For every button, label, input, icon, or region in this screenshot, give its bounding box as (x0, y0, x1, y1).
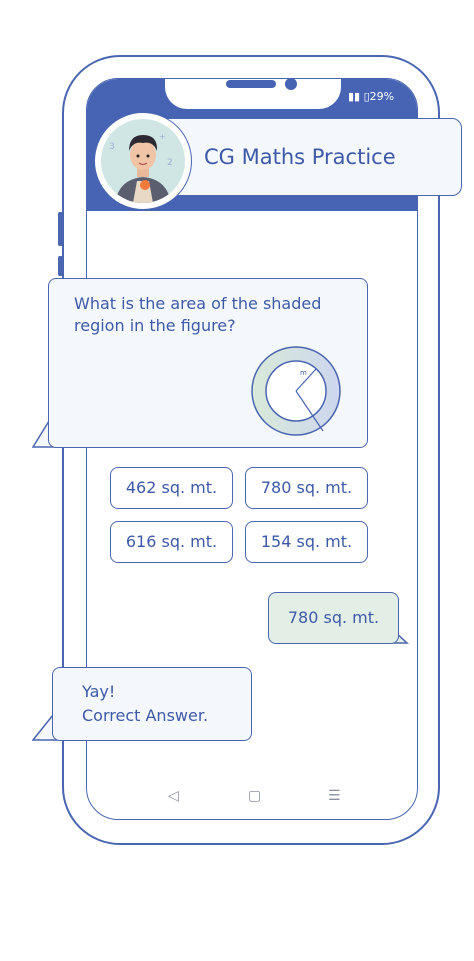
option-3[interactable]: 616 sq. mt. (110, 521, 233, 563)
question-bubble: What is the area of the shaded region in… (48, 278, 368, 448)
front-camera (285, 78, 297, 90)
home-nav-icon[interactable]: ▢ (248, 788, 261, 804)
feedback-line-1: Yay! (82, 682, 116, 701)
speaker-grille (226, 80, 276, 88)
tutor-avatar-image: 3 2 + (101, 119, 185, 203)
question-text: What is the area of the shaded region in… (74, 294, 322, 335)
app-title-card: CG Maths Practice (150, 118, 462, 196)
menu-nav-icon[interactable]: ☰ (328, 788, 341, 804)
user-answer-bubble: 780 sq. mt. (268, 592, 399, 644)
feedback-bubble: Yay! Correct Answer. (52, 667, 252, 741)
status-bar: ▮▮ ▯29% (348, 90, 394, 103)
option-1[interactable]: 462 sq. mt. (110, 467, 233, 509)
svg-text:+: + (159, 132, 166, 141)
option-4[interactable]: 154 sq. mt. (245, 521, 368, 563)
svg-text:3: 3 (109, 142, 115, 152)
back-nav-icon[interactable]: ◁ (168, 788, 179, 804)
option-2[interactable]: 780 sq. mt. (245, 467, 368, 509)
svg-text:2: 2 (167, 158, 173, 168)
battery-level: 29% (369, 90, 395, 103)
app-title: CG Maths Practice (204, 145, 396, 169)
annulus-figure: m (251, 346, 341, 436)
avatar: 3 2 + (94, 112, 192, 210)
figure-label: m (300, 369, 307, 377)
feedback-line-2: Correct Answer. (82, 706, 209, 725)
signal-icon: ▮▮ (348, 90, 361, 103)
